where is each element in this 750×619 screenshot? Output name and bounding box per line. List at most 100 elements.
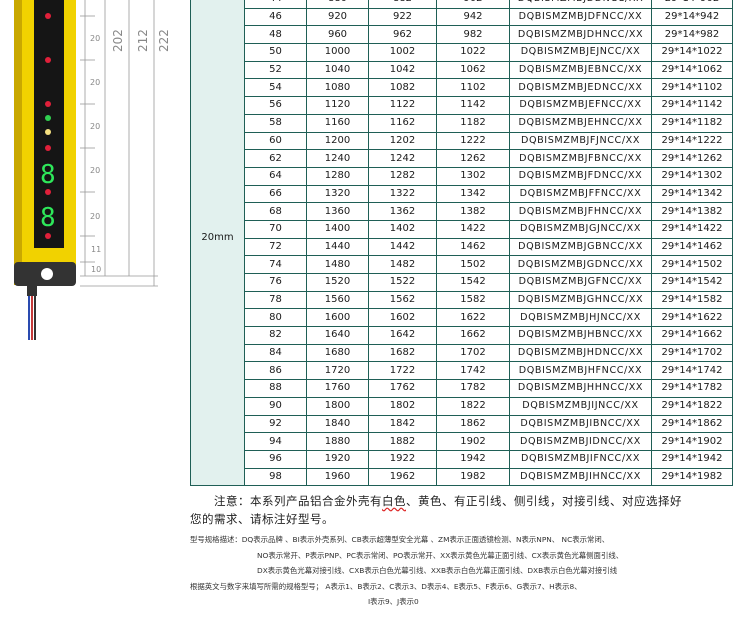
table-row: 88 1760 1762 1782 DQBISMZMBJHHNCC/XX 29*14*17… [191,379,733,398]
table-cell: 1962 [368,467,437,487]
table-cell: 1402 [368,219,437,239]
table-row: 86 1720 1722 1742 DQBISMZMBJHFNCC/XX 29*14*17… [191,361,733,381]
table-cell: 29*14*1582 [651,290,733,310]
spec-table: 20mm44880882902DQBISMZMBJDDNCC/XX29*14*9… [190,0,733,487]
table-cell: 29*14*1942 [651,449,733,469]
table-cell: DQBISMZMBJIBNCC/XX [509,414,652,434]
table-cell: 72 [244,237,307,257]
table-cell: 82 [244,326,307,345]
table-cell: 29*14*1622 [651,308,733,328]
table-cell: 1182 [436,113,510,133]
table-cell: 1400 [306,219,369,239]
table-cell: 1942 [436,449,510,469]
table-cell: 1800 [306,396,369,416]
light-curtain-button [41,268,53,280]
table-cell: 29*14*1102 [651,78,733,98]
model-desc-line: DX表示黄色光幕对接引线、CXB表示白色光幕引线、XXB表示白色光幕正面引线、D… [257,566,618,575]
cable-gland [27,286,37,296]
dimension-222: 222 [157,29,171,52]
table-cell: 29*14*1902 [651,432,733,451]
table-cell: 1120 [306,96,369,115]
table-cell: 58 [244,113,307,133]
table-cell: DQBISMZMBJHBNCC/XX [509,326,652,345]
table-cell: 80 [244,308,307,328]
table-cell: 1040 [306,60,369,80]
table-cell: DQBISMZMBJEJNCC/XX [509,43,652,62]
indicator-led-green [45,115,51,121]
table-cell: 29*14*1542 [651,273,733,292]
bottom-label-11: 11 [91,245,101,254]
table-cell: 1522 [368,273,437,292]
indicator-led-red [45,13,51,19]
table-cell: 86 [244,361,307,381]
table-cell: DQBISMZMBJHHNCC/XX [509,379,652,398]
table-cell: 1762 [368,379,437,398]
table-cell: DQBISMZMBJIHNCC/XX [509,467,652,487]
note-prefix: 注意：本系列产品铝合金外壳有 [214,494,382,508]
table-cell: 882 [368,0,437,9]
table-cell: 76 [244,273,307,292]
table-cell: 1622 [436,308,510,328]
table-cell: DQBISMZMBJEDNCC/XX [509,78,652,98]
digit-display: 8 [40,160,56,190]
pitch-label: 20 [90,166,100,175]
table-cell: DQBISMZMBJDDNCC/XX [509,0,652,9]
table-cell: 1242 [368,149,437,168]
pitch-label: 20 [90,212,100,221]
table-row: 50 1000 1002 1022 DQBISMZMBJEJNCC/XX 29*14*10… [191,43,733,62]
dimension-202: 202 [111,29,125,52]
table-row: 96 1920 1922 1942 DQBISMZMBJIFNCC/XX 29*14*19… [191,449,733,469]
table-cell: 29*14*1262 [651,149,733,168]
table-cell: 942 [436,7,510,27]
table-row: 20mm44880882902DQBISMZMBJDDNCC/XX29*14*9… [190,0,733,487]
table-cell: 29*14*1742 [651,361,733,381]
table-cell: 1442 [368,237,437,257]
table-cell: 64 [244,166,307,186]
table-cell: DQBISMZMBJFHNCC/XX [509,202,652,221]
table-cell: DQBISMZMBJHJNCC/XX [509,308,652,328]
note-rest: 、黄色、有正引线、侧引线，对接引线、对应选择好 [406,494,682,508]
table-cell: 68 [244,202,307,221]
table-cell: DQBISMZMBJHFNCC/XX [509,361,652,381]
table-cell: 1440 [306,237,369,257]
indicator-led-red [45,233,51,239]
table-cell: 1840 [306,414,369,434]
table-cell: 1602 [368,308,437,328]
table-row: 94 1880 1882 1902 DQBISMZMBJIDNCC/XX 29*14*19… [191,432,733,451]
digit-display: 8 [40,203,56,233]
table-cell: 1042 [368,60,437,80]
table-cell: 1502 [436,255,510,274]
table-cell: DQBISMZMBJGJNCC/XX [509,219,652,239]
table-cell: 1880 [306,432,369,451]
table-cell: 1862 [436,414,510,434]
table-row: 46 920 922 942 DQBISMZMBJDFNCC/XX 29*14*942 [191,7,733,27]
table-cell: 96 [244,449,307,469]
table-cell: 1102 [436,78,510,98]
table-cell: 29*14*1182 [651,113,733,133]
table-row: 90 1800 1802 1822 DQBISMZMBJIJNCC/XX 29*14*18… [191,396,733,416]
table-cell: 1742 [436,361,510,381]
table-cell: 1200 [306,131,369,151]
table-cell: 60 [244,131,307,151]
table-cell: 1302 [436,166,510,186]
table-cell: 920 [306,7,369,27]
table-row: 52 1040 1042 1062 DQBISMZMBJEBNCC/XX 29*14*10… [191,60,733,80]
table-cell: DQBISMZMBJGDNCC/XX [509,255,652,274]
table-row: 68 1360 1362 1382 DQBISMZMBJFHNCC/XX 29*14*13… [191,202,733,221]
pitch-label: 20 [90,34,100,43]
table-cell: 1202 [368,131,437,151]
group-cell: 20mm [190,0,245,487]
table-cell: 982 [436,25,510,45]
table-cell: 74 [244,255,307,274]
table-cell: 1760 [306,379,369,398]
table-cell: DQBISMZMBJHDNCC/XX [509,343,652,363]
table-cell: DQBISMZMBJEBNCC/XX [509,60,652,80]
table-row: 78 1560 1562 1582 DQBISMZMBJGHNCC/XX 29*14*15… [191,290,733,310]
table-cell: 1000 [306,43,369,62]
table-cell: 70 [244,219,307,239]
table-cell: DQBISMZMBJFJNCC/XX [509,131,652,151]
table-row: 74 1480 1482 1502 DQBISMZMBJGDNCC/XX 29*14*15… [191,255,733,274]
table-row: 70 1400 1402 1422 DQBISMZMBJGJNCC/XX 29*14*14… [191,219,733,239]
table-cell: 1882 [368,432,437,451]
table-cell: 1122 [368,96,437,115]
